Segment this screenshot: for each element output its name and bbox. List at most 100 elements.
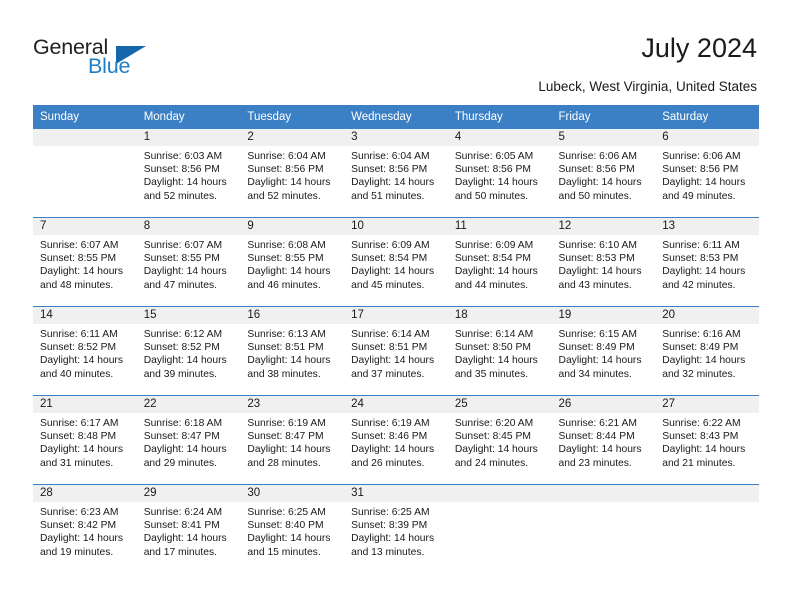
day-details: Sunrise: 6:06 AM Sunset: 8:56 PM Daylight:… xyxy=(655,146,759,203)
calendar-body: 1 Sunrise: 6:03 AM Sunset: 8:56 PM Daylight… xyxy=(33,129,759,573)
calendar-day-cell[interactable]: 15 Sunrise: 6:12 AM Sunset: 8:52 PM Dayligh… xyxy=(136,306,241,396)
calendar-day-cell[interactable]: 5 Sunrise: 6:06 AM Sunset: 8:56 PM Daylight… xyxy=(551,129,656,218)
daylight-text-line1: Daylight: 14 hours xyxy=(662,266,746,278)
day-details: Sunrise: 6:11 AM Sunset: 8:53 PM Daylight:… xyxy=(655,235,759,292)
calendar-day-cell[interactable]: 18 Sunrise: 6:14 AM Sunset: 8:50 PM Dayligh… xyxy=(447,306,552,396)
calendar-day-cell[interactable]: 25 Sunrise: 6:20 AM Sunset: 8:45 PM Dayligh… xyxy=(447,395,552,485)
calendar-day-cell[interactable]: 20 Sunrise: 6:16 AM Sunset: 8:49 PM Dayligh… xyxy=(655,306,759,396)
calendar-day-cell xyxy=(655,484,759,573)
calendar-day-cell[interactable]: 27 Sunrise: 6:22 AM Sunset: 8:43 PM Dayligh… xyxy=(655,395,759,485)
day-details: Sunrise: 6:14 AM Sunset: 8:51 PM Daylight:… xyxy=(344,324,448,381)
calendar-day-cell[interactable]: 13 Sunrise: 6:11 AM Sunset: 8:53 PM Dayligh… xyxy=(655,217,759,307)
general-blue-logo[interactable]: General Blue xyxy=(33,35,203,87)
calendar-day-cell[interactable]: 3 Sunrise: 6:04 AM Sunset: 8:56 PM Daylight… xyxy=(344,129,448,218)
daylight-text-line1: Daylight: 14 hours xyxy=(247,177,331,189)
daylight-text-line2: and 17 minutes. xyxy=(143,546,217,558)
sunrise-text: Sunrise: 6:17 AM xyxy=(40,418,119,429)
day-cell-content: 6 Sunrise: 6:06 AM Sunset: 8:56 PM Daylight… xyxy=(655,129,759,217)
daylight-text-line2: and 48 minutes. xyxy=(40,279,114,291)
calendar-day-cell[interactable]: 4 Sunrise: 6:05 AM Sunset: 8:56 PM Daylight… xyxy=(447,129,552,218)
sunrise-text: Sunrise: 6:11 AM xyxy=(40,329,118,340)
weekday-header-tuesday: Tuesday xyxy=(240,105,345,129)
day-cell-content: 8 Sunrise: 6:07 AM Sunset: 8:55 PM Daylight… xyxy=(136,218,241,306)
day-cell-content xyxy=(655,485,759,573)
sunset-text: Sunset: 8:56 PM xyxy=(454,164,531,176)
day-cell-content: 3 Sunrise: 6:04 AM Sunset: 8:56 PM Daylight… xyxy=(344,129,448,217)
day-number: 6 xyxy=(655,129,759,146)
calendar-day-cell[interactable]: 10 Sunrise: 6:09 AM Sunset: 8:54 PM Dayligh… xyxy=(344,217,448,307)
sunrise-text: Sunrise: 6:21 AM xyxy=(558,418,637,429)
calendar-day-cell[interactable]: 16 Sunrise: 6:13 AM Sunset: 8:51 PM Dayligh… xyxy=(240,306,345,396)
daylight-text-line2: and 37 minutes. xyxy=(351,368,425,380)
sunrise-text: Sunrise: 6:04 AM xyxy=(247,151,326,162)
day-cell-content: 22 Sunrise: 6:18 AM Sunset: 8:47 PM Dayligh… xyxy=(136,396,241,484)
day-details: Sunrise: 6:09 AM Sunset: 8:54 PM Daylight:… xyxy=(344,235,448,292)
calendar-day-cell[interactable]: 2 Sunrise: 6:04 AM Sunset: 8:56 PM Daylight… xyxy=(240,129,345,218)
calendar-day-cell[interactable]: 17 Sunrise: 6:14 AM Sunset: 8:51 PM Dayligh… xyxy=(344,306,448,396)
calendar-day-cell[interactable]: 26 Sunrise: 6:21 AM Sunset: 8:44 PM Dayligh… xyxy=(551,395,656,485)
day-number: 21 xyxy=(33,396,137,413)
day-cell-content: 18 Sunrise: 6:14 AM Sunset: 8:50 PM Dayligh… xyxy=(447,307,552,395)
location-subtitle: Lubeck, West Virginia, United States xyxy=(538,79,757,94)
sunset-text: Sunset: 8:55 PM xyxy=(247,253,324,265)
day-number: 8 xyxy=(136,218,241,235)
calendar-day-cell[interactable]: 7 Sunrise: 6:07 AM Sunset: 8:55 PM Daylight… xyxy=(33,217,137,307)
day-details: Sunrise: 6:16 AM Sunset: 8:49 PM Daylight:… xyxy=(655,324,759,381)
sunrise-text: Sunrise: 6:14 AM xyxy=(454,329,534,340)
day-number xyxy=(551,485,656,502)
day-details: Sunrise: 6:21 AM Sunset: 8:44 PM Daylight:… xyxy=(552,413,656,470)
day-cell-content: 24 Sunrise: 6:19 AM Sunset: 8:46 PM Dayligh… xyxy=(344,396,448,484)
calendar-header-row: Sunday Monday Tuesday Wednesday Thursday… xyxy=(33,105,759,129)
day-number: 17 xyxy=(344,307,448,324)
calendar-day-cell[interactable]: 30 Sunrise: 6:25 AM Sunset: 8:40 PM Dayligh… xyxy=(240,484,345,573)
calendar-day-cell[interactable]: 29 Sunrise: 6:24 AM Sunset: 8:41 PM Dayligh… xyxy=(136,484,241,573)
day-number: 23 xyxy=(240,396,345,413)
sunset-text: Sunset: 8:50 PM xyxy=(454,342,531,354)
calendar-day-cell[interactable]: 19 Sunrise: 6:15 AM Sunset: 8:49 PM Dayligh… xyxy=(551,306,656,396)
day-cell-content: 2 Sunrise: 6:04 AM Sunset: 8:56 PM Daylight… xyxy=(240,129,345,217)
sunset-text: Sunset: 8:51 PM xyxy=(351,342,428,354)
weekday-header-sunday: Sunday xyxy=(33,105,137,129)
daylight-text-line2: and 50 minutes. xyxy=(454,190,529,202)
sunrise-text: Sunrise: 6:24 AM xyxy=(143,507,223,518)
sunrise-text: Sunrise: 6:13 AM xyxy=(247,329,326,340)
sunset-text: Sunset: 8:47 PM xyxy=(143,431,220,443)
day-cell-content: 7 Sunrise: 6:07 AM Sunset: 8:55 PM Daylight… xyxy=(33,218,137,306)
sunrise-text: Sunrise: 6:18 AM xyxy=(143,418,223,429)
day-number: 13 xyxy=(655,218,759,235)
calendar-day-cell[interactable]: 22 Sunrise: 6:18 AM Sunset: 8:47 PM Dayligh… xyxy=(136,395,241,485)
calendar-day-cell[interactable]: 21 Sunrise: 6:17 AM Sunset: 8:48 PM Dayligh… xyxy=(33,395,137,485)
weekday-header-saturday: Saturday xyxy=(655,105,759,129)
daylight-text-line2: and 13 minutes. xyxy=(351,546,425,558)
sunrise-text: Sunrise: 6:11 AM xyxy=(662,240,740,251)
daylight-text-line1: Daylight: 14 hours xyxy=(351,355,435,367)
calendar-day-cell[interactable]: 28 Sunrise: 6:23 AM Sunset: 8:42 PM Dayligh… xyxy=(33,484,137,573)
calendar-day-cell[interactable]: 23 Sunrise: 6:19 AM Sunset: 8:47 PM Dayligh… xyxy=(240,395,345,485)
calendar-week-row: 7 Sunrise: 6:07 AM Sunset: 8:55 PM Daylight… xyxy=(33,217,759,307)
calendar-day-cell[interactable]: 14 Sunrise: 6:11 AM Sunset: 8:52 PM Dayligh… xyxy=(33,306,137,396)
calendar-day-cell[interactable]: 9 Sunrise: 6:08 AM Sunset: 8:55 PM Daylight… xyxy=(240,217,345,307)
calendar-day-cell[interactable]: 24 Sunrise: 6:19 AM Sunset: 8:46 PM Dayligh… xyxy=(344,395,448,485)
daylight-text-line2: and 35 minutes. xyxy=(454,368,529,380)
daylight-text-line2: and 50 minutes. xyxy=(558,190,632,202)
day-cell-content: 26 Sunrise: 6:21 AM Sunset: 8:44 PM Dayligh… xyxy=(551,396,656,484)
calendar-day-cell[interactable]: 8 Sunrise: 6:07 AM Sunset: 8:55 PM Daylight… xyxy=(136,217,241,307)
day-cell-content: 29 Sunrise: 6:24 AM Sunset: 8:41 PM Dayligh… xyxy=(136,485,241,573)
calendar-day-cell[interactable]: 31 Sunrise: 6:25 AM Sunset: 8:39 PM Dayligh… xyxy=(344,484,448,573)
day-cell-content: 12 Sunrise: 6:10 AM Sunset: 8:53 PM Dayligh… xyxy=(551,218,656,306)
daylight-text-line1: Daylight: 14 hours xyxy=(351,266,435,278)
calendar-day-cell[interactable]: 1 Sunrise: 6:03 AM Sunset: 8:56 PM Daylight… xyxy=(136,129,241,218)
page-title: July 2024 xyxy=(641,33,757,63)
sunrise-text: Sunrise: 6:07 AM xyxy=(143,240,223,251)
daylight-text-line2: and 52 minutes. xyxy=(143,190,217,202)
calendar-day-cell[interactable]: 12 Sunrise: 6:10 AM Sunset: 8:53 PM Dayligh… xyxy=(551,217,656,307)
calendar-day-cell[interactable]: 6 Sunrise: 6:06 AM Sunset: 8:56 PM Daylight… xyxy=(655,129,759,218)
day-details: Sunrise: 6:19 AM Sunset: 8:46 PM Daylight:… xyxy=(344,413,448,470)
calendar-day-cell[interactable]: 11 Sunrise: 6:09 AM Sunset: 8:54 PM Dayligh… xyxy=(447,217,552,307)
day-cell-content xyxy=(33,129,137,217)
sunrise-text: Sunrise: 6:07 AM xyxy=(40,240,119,251)
day-details: Sunrise: 6:04 AM Sunset: 8:56 PM Daylight:… xyxy=(240,146,344,203)
day-cell-content: 13 Sunrise: 6:11 AM Sunset: 8:53 PM Dayligh… xyxy=(655,218,759,306)
daylight-text-line2: and 45 minutes. xyxy=(351,279,425,291)
day-cell-content: 30 Sunrise: 6:25 AM Sunset: 8:40 PM Dayligh… xyxy=(240,485,345,573)
